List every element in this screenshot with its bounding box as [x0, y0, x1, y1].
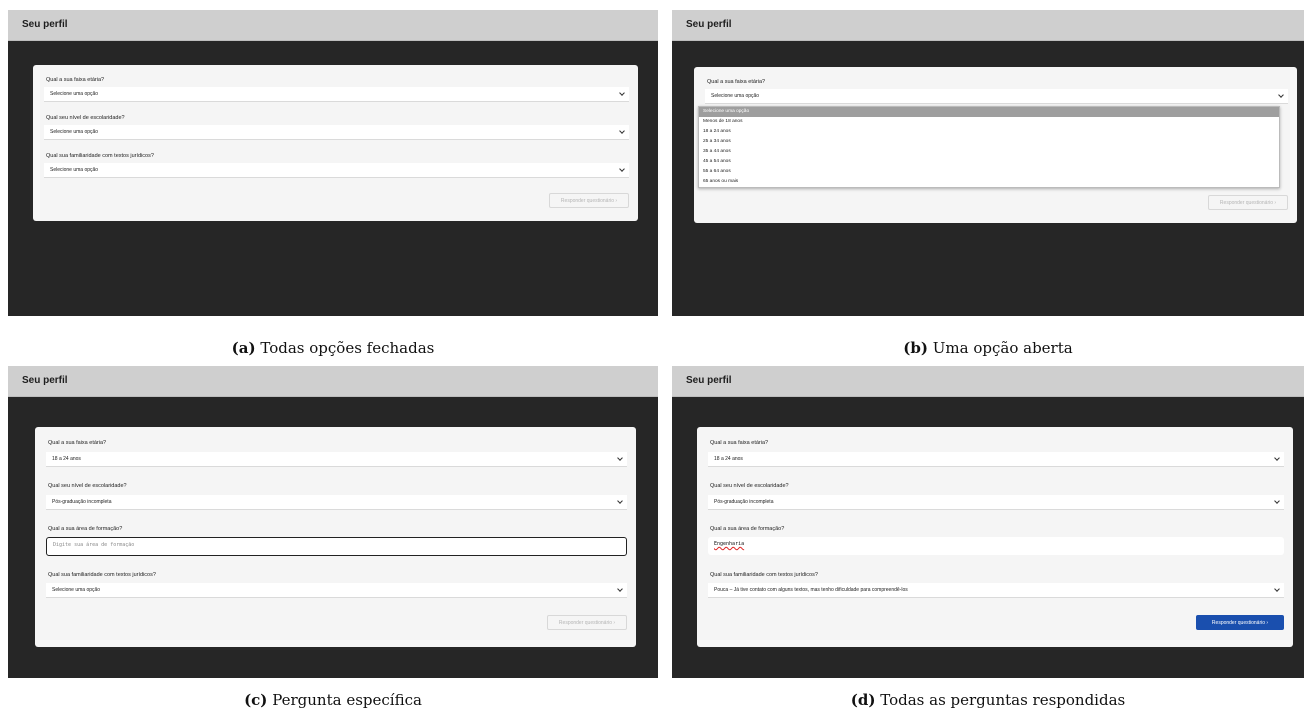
education-select-value: Selecione uma opção: [50, 129, 99, 135]
profile-form-card: Qual a sua faixa etária? Selecione uma o…: [33, 65, 638, 221]
screenshot-c: Seu perfil Qual a sua faixa etária? 18 a…: [8, 366, 658, 678]
chevron-down-icon: [619, 90, 625, 96]
age-select-value: Selecione uma opção: [50, 91, 99, 97]
area-label: Qual a sua área de formação?: [710, 526, 785, 532]
age-label: Qual a sua faixa etária?: [46, 77, 105, 83]
age-select[interactable]: 18 a 24 anos: [46, 452, 627, 467]
age-select-value: 18 a 24 anos: [52, 456, 81, 462]
age-option[interactable]: 65 anos ou mais: [699, 177, 1279, 187]
caption-c: (c) Pergunta específica: [244, 691, 422, 709]
education-label: Qual seu nível de escolaridade?: [48, 483, 127, 489]
familiarity-select[interactable]: Pouca – Já tive contato com alguns texto…: [708, 583, 1284, 598]
education-label: Qual seu nível de escolaridade?: [46, 115, 125, 121]
screenshot-d: Seu perfil Qual a sua faixa etária? 18 a…: [672, 366, 1304, 678]
age-label: Qual a sua faixa etária?: [707, 79, 766, 85]
caption-a: (a) Todas opções fechadas: [231, 339, 435, 357]
caption-d: (d) Todas as perguntas respondidas: [850, 691, 1126, 709]
chevron-down-icon: [619, 128, 625, 134]
age-option[interactable]: 25 a 34 anos: [699, 137, 1279, 147]
chevron-down-icon: [617, 455, 623, 461]
age-option[interactable]: Menos de 18 anos: [699, 117, 1279, 127]
profile-form-card: Qual a sua faixa etária? 18 a 24 anos Qu…: [35, 427, 636, 647]
submit-button[interactable]: Responder questionário ›: [549, 193, 629, 208]
submit-button[interactable]: Responder questionário ›: [1208, 195, 1288, 210]
chevron-down-icon: [1274, 455, 1280, 461]
app-header: Seu perfil: [672, 366, 1304, 397]
age-dropdown-list: Selecione uma opção Menos de 18 anos 18 …: [698, 106, 1280, 188]
education-select[interactable]: Pós-graduação incompleta: [708, 495, 1284, 510]
education-select[interactable]: Pós-graduação incompleta: [46, 495, 627, 510]
chevron-down-icon: [617, 586, 623, 592]
chevron-down-icon: [619, 166, 625, 172]
screenshot-a: Seu perfil Qual a sua faixa etária? Sele…: [8, 10, 658, 316]
area-label: Qual a sua área de formação?: [48, 526, 123, 532]
age-option[interactable]: Selecione uma opção: [699, 107, 1279, 117]
header-title: Seu perfil: [686, 19, 732, 30]
education-select-value: Pós-graduação incompleta: [52, 499, 112, 505]
header-title: Seu perfil: [22, 375, 68, 386]
header-title: Seu perfil: [686, 375, 732, 386]
screenshot-b: Seu perfil Qual a sua faixa etária? Sele…: [672, 10, 1304, 316]
education-select-value: Pós-graduação incompleta: [714, 499, 774, 505]
profile-form-card: Qual a sua faixa etária? 18 a 24 anos Qu…: [697, 427, 1293, 647]
area-input[interactable]: Digite sua área de formação: [46, 537, 627, 556]
education-select[interactable]: Selecione uma opção: [44, 125, 629, 140]
app-header: Seu perfil: [8, 366, 658, 397]
chevron-down-icon: [617, 498, 623, 504]
area-input-placeholder: Digite sua área de formação: [53, 542, 135, 548]
age-select[interactable]: Selecione uma opção: [705, 89, 1288, 104]
app-header: Seu perfil: [672, 10, 1304, 41]
submit-button[interactable]: Responder questionário ›: [1196, 615, 1284, 630]
age-select-value: 18 a 24 anos: [714, 456, 743, 462]
chevron-down-icon: [1278, 92, 1284, 98]
age-label: Qual a sua faixa etária?: [710, 440, 769, 446]
familiarity-select-value: Selecione uma opção: [52, 587, 101, 593]
age-option[interactable]: 35 a 44 anos: [699, 147, 1279, 157]
familiarity-select-value: Selecione uma opção: [50, 167, 99, 173]
familiarity-label: Qual sua familiaridade com textos jurídi…: [48, 572, 156, 578]
area-input-value: Engenharia: [714, 541, 745, 547]
age-label: Qual a sua faixa etária?: [48, 440, 107, 446]
header-title: Seu perfil: [22, 19, 68, 30]
age-option[interactable]: 55 a 64 anos: [699, 167, 1279, 177]
age-option[interactable]: 45 a 54 anos: [699, 157, 1279, 167]
familiarity-select[interactable]: Selecione uma opção: [44, 163, 629, 178]
familiarity-select-value: Pouca – Já tive contato com alguns texto…: [714, 587, 908, 593]
app-header: Seu perfil: [8, 10, 658, 41]
education-label: Qual seu nível de escolaridade?: [710, 483, 789, 489]
age-option[interactable]: 18 a 24 anos: [699, 127, 1279, 137]
age-select-value: Selecione uma opção: [711, 93, 760, 99]
chevron-down-icon: [1274, 498, 1280, 504]
familiarity-label: Qual sua familiaridade com textos jurídi…: [710, 572, 818, 578]
age-select[interactable]: 18 a 24 anos: [708, 452, 1284, 467]
caption-b: (b) Uma opção aberta: [903, 339, 1073, 357]
chevron-down-icon: [1274, 586, 1280, 592]
age-select[interactable]: Selecione uma opção: [44, 87, 629, 102]
area-input[interactable]: Engenharia: [708, 537, 1284, 555]
familiarity-label: Qual sua familiaridade com textos jurídi…: [46, 153, 154, 159]
submit-button[interactable]: Responder questionário ›: [547, 615, 627, 630]
familiarity-select[interactable]: Selecione uma opção: [46, 583, 627, 598]
